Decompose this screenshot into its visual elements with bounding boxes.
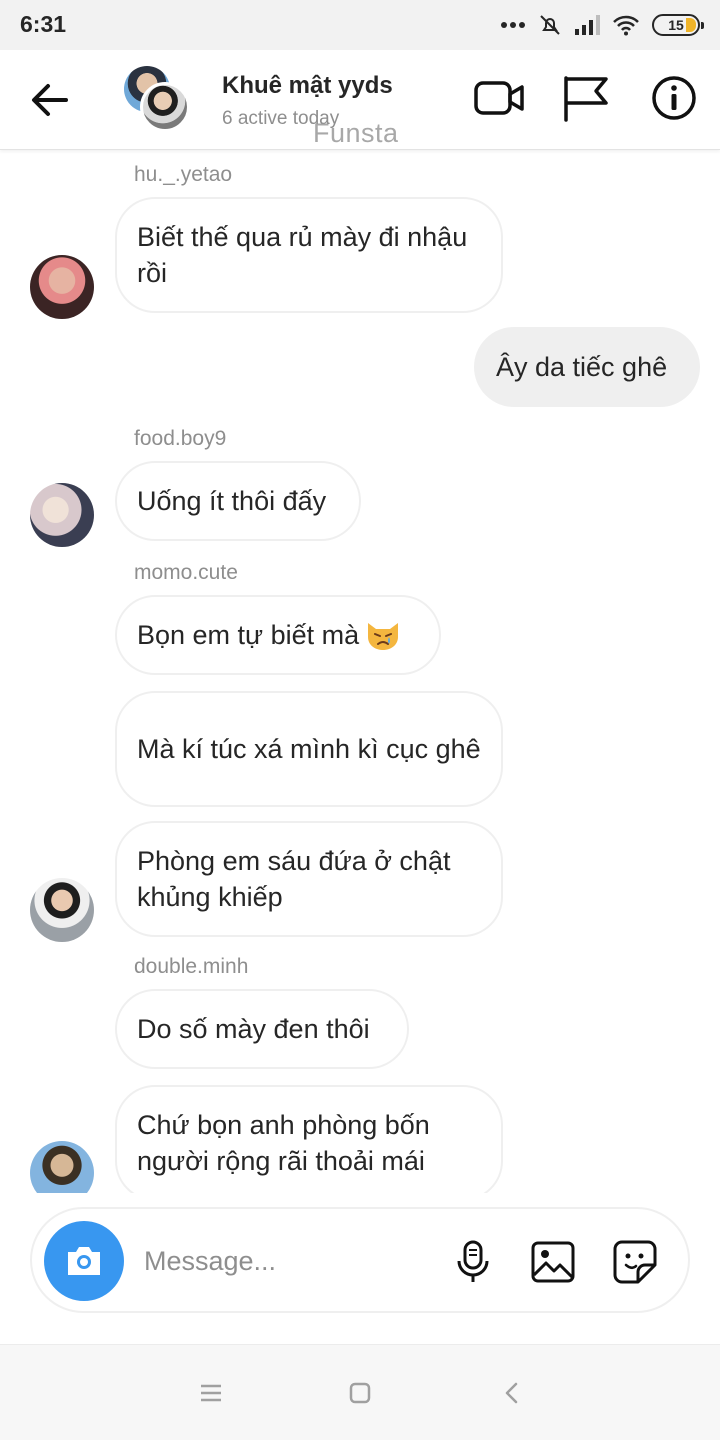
avatar[interactable] — [30, 255, 94, 319]
video-call-button[interactable] — [473, 74, 525, 122]
system-back-button[interactable] — [497, 1379, 527, 1407]
video-call-icon — [474, 81, 524, 115]
info-icon — [652, 76, 696, 120]
microphone-icon — [457, 1240, 489, 1282]
group-avatar-photo-2 — [140, 82, 190, 132]
status-bar: 6:31 15 — [0, 0, 720, 50]
recent-apps-button[interactable] — [196, 1379, 226, 1407]
avatar[interactable] — [30, 878, 94, 942]
avatar[interactable] — [30, 1141, 94, 1193]
home-square-icon — [349, 1382, 371, 1404]
camera-button[interactable] — [44, 1221, 124, 1301]
message-bubble-incoming[interactable]: Bọn em tự biết mà — [115, 595, 441, 675]
message-bubble-incoming[interactable]: Phòng em sáu đứa ở chật khủng khiếp — [115, 821, 503, 937]
message-bubble-outgoing[interactable]: Ây da tiếc ghê — [474, 327, 700, 407]
more-dots-icon — [501, 22, 525, 28]
back-chevron-icon — [505, 1382, 518, 1404]
camera-icon — [68, 1247, 100, 1275]
wifi-icon — [613, 15, 639, 36]
status-icons: 15 — [500, 12, 704, 38]
message-text: Uống ít thôi đấy — [137, 486, 327, 516]
gallery-button[interactable] — [530, 1239, 576, 1285]
menu-icon — [201, 1384, 221, 1402]
message-text: Do số mày đen thôi — [137, 1014, 370, 1044]
message-bubble-incoming[interactable]: Chứ bọn anh phòng bốn người rộng rãi tho… — [115, 1085, 503, 1193]
home-button[interactable] — [345, 1379, 375, 1407]
back-button[interactable] — [28, 80, 72, 120]
sender-name: double.minh — [134, 955, 249, 978]
sticker-icon — [613, 1240, 657, 1284]
sender-name: momo.cute — [134, 561, 238, 584]
signal-icon — [575, 15, 600, 35]
watermark: Funsta — [313, 118, 399, 148]
gallery-icon — [531, 1241, 575, 1283]
message-list[interactable]: hu._.yetao Biết thế qua rủ mày đi nhậu r… — [0, 151, 720, 1193]
status-time: 6:31 — [20, 11, 67, 37]
message-text: Bọn em tự biết mà — [137, 620, 360, 650]
message-composer — [30, 1207, 690, 1313]
message-text: Biết thế qua rủ mày đi nhậu rồi — [137, 222, 468, 288]
crying-cat-face-icon — [368, 623, 399, 650]
sticker-button[interactable] — [612, 1239, 658, 1285]
sender-name: food.boy9 — [134, 427, 227, 450]
message-input[interactable] — [144, 1237, 444, 1285]
battery-level: 15 — [668, 17, 684, 33]
do-not-disturb-icon — [540, 15, 560, 35]
group-avatar[interactable] — [124, 66, 190, 132]
sender-name: hu._.yetao — [134, 163, 233, 186]
back-arrow-icon — [32, 84, 68, 116]
system-nav-bar — [0, 1344, 720, 1440]
voice-message-button[interactable] — [450, 1239, 496, 1285]
avatar[interactable] — [30, 483, 94, 547]
message-text: Mà kí túc xá mình kì cục ghê — [137, 734, 481, 764]
message-bubble-incoming[interactable]: Do số mày đen thôi — [115, 989, 409, 1069]
flag-icon — [564, 76, 608, 122]
message-bubble-incoming[interactable]: Biết thế qua rủ mày đi nhậu rồi — [115, 197, 503, 313]
message-text: Chứ bọn anh phòng bốn người rộng rãi tho… — [137, 1110, 430, 1176]
message-text: Phòng em sáu đứa ở chật khủng khiếp — [137, 846, 451, 912]
message-bubble-incoming[interactable]: Uống ít thôi đấy — [115, 461, 361, 541]
info-button[interactable] — [648, 74, 700, 122]
chat-header: Khuê mật yyds 6 active today Funsta — [0, 50, 720, 150]
message-bubble-incoming[interactable]: Mà kí túc xá mình kì cục ghê — [115, 691, 503, 807]
report-button[interactable] — [560, 74, 612, 122]
message-text: Ây da tiếc ghê — [496, 352, 668, 382]
battery-icon: 15 — [652, 14, 704, 36]
chat-title[interactable]: Khuê mật yyds — [222, 72, 393, 100]
